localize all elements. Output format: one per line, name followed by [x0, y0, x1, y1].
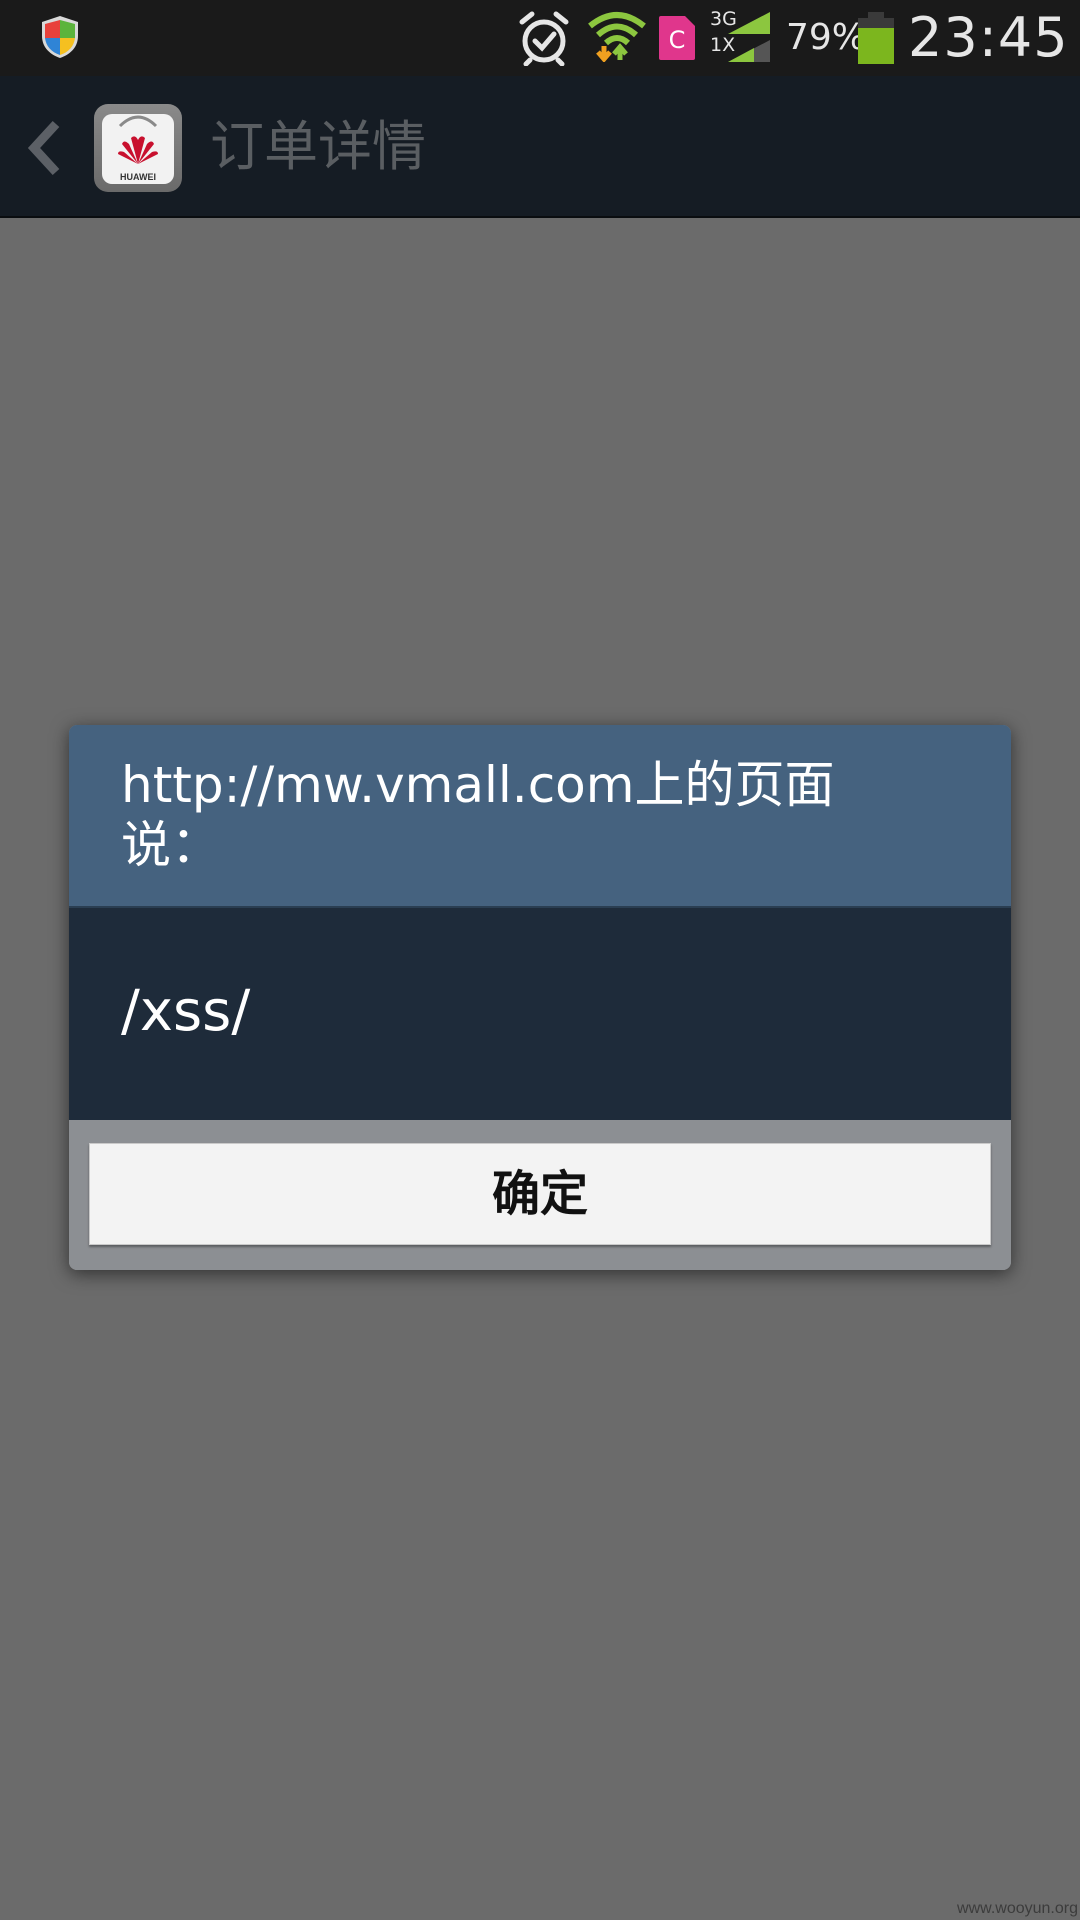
action-bar: HUAWEI 订单详情	[0, 76, 1080, 218]
page-title: 订单详情	[210, 115, 426, 178]
chevron-left-icon[interactable]	[24, 118, 64, 178]
app-icon-brand: HUAWEI	[120, 172, 156, 182]
ok-button[interactable]: 确定	[89, 1143, 991, 1245]
battery-percent: 79%	[786, 17, 867, 58]
shield-icon	[42, 16, 78, 58]
screen: C 3G 1X 79% 23:45 HUAWEI 订单详情 http://mw.…	[0, 0, 1080, 1920]
wifi-icon	[588, 12, 646, 62]
status-clock: 23:45	[908, 6, 1069, 69]
app-icon[interactable]: HUAWEI	[94, 104, 182, 192]
status-bar: C 3G 1X 79% 23:45	[0, 0, 1080, 76]
network-1x-label: 1X	[710, 34, 736, 56]
svg-text:C: C	[669, 26, 686, 54]
battery-icon	[858, 12, 894, 64]
dialog-body: /xss/	[69, 908, 1011, 1120]
dialog-header: http://mw.vmall.com上的页面 说：	[69, 725, 1011, 908]
alarm-icon	[519, 11, 569, 66]
sim-c-icon: C	[659, 16, 695, 60]
watermark: www.wooyun.org	[957, 1900, 1078, 1917]
dialog-title: http://mw.vmall.com上的页面 说：	[121, 756, 835, 874]
network-3g-label: 3G	[710, 8, 737, 30]
dialog-message: /xss/	[121, 979, 251, 1044]
